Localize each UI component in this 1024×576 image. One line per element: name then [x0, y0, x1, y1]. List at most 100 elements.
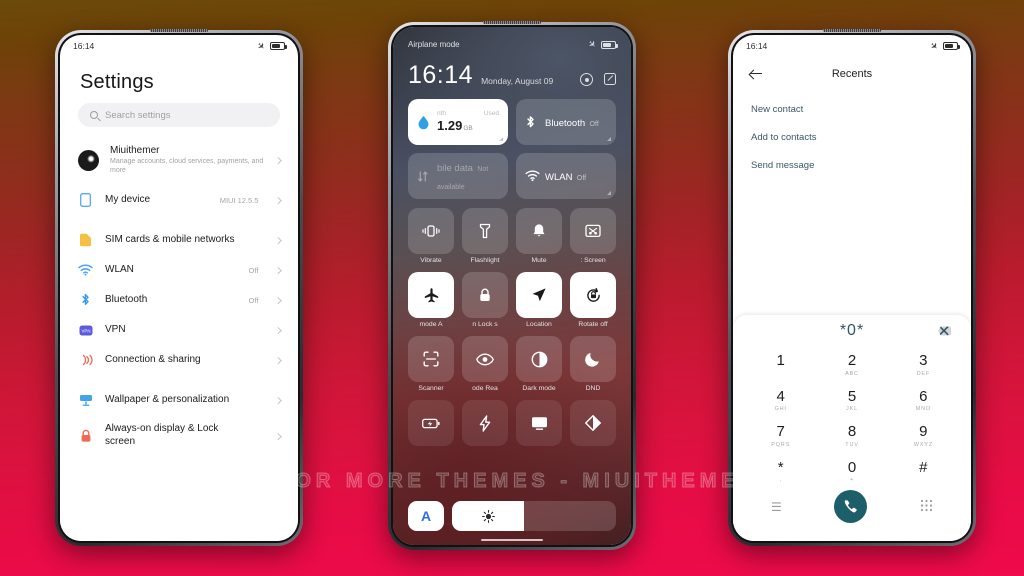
brightness-slider[interactable]: [452, 501, 616, 531]
chevron-right-icon: [274, 157, 281, 164]
toggle-label: Scanner: [418, 385, 444, 392]
toggle-rotate[interactable]: Rotate off: [570, 272, 616, 328]
settings-row-label: Always-on display & Lock screen: [105, 422, 219, 447]
font-size-button[interactable]: A: [408, 501, 444, 531]
wlan-tile[interactable]: WLAN Off: [516, 153, 616, 199]
toggle-label: mode A: [419, 321, 443, 328]
status-time: 16:14: [746, 41, 768, 51]
data-usage-tile[interactable]: nth Used 1.29GB: [408, 99, 508, 145]
edit-icon[interactable]: [604, 73, 616, 85]
big-tiles-row-2: bile data Not available WLAN Off: [393, 145, 631, 199]
scanner-icon: [408, 336, 454, 382]
key-digit: 9: [919, 423, 928, 440]
bluetooth-tile[interactable]: Bluetooth Off: [516, 99, 616, 145]
toggle-airplane-mode[interactable]: mode A: [408, 272, 454, 328]
key-hash[interactable]: #: [888, 454, 959, 487]
settings-row-wlan[interactable]: WLAN Off: [60, 255, 298, 285]
dialpad: *0* ✕ 1 2 ABC 3 DEF 4 GHI 5 JKL 6 MNO 7 PQRS 8…: [733, 315, 971, 541]
toggle-dnd[interactable]: DND: [570, 336, 616, 392]
key-digit: 6: [919, 387, 928, 405]
rotate-icon: [570, 272, 616, 318]
settings-row-sim[interactable]: SIM cards & mobile networks: [60, 225, 298, 255]
key-star[interactable]: *,: [745, 454, 816, 487]
toggle-vibrate[interactable]: Vibrate: [408, 208, 454, 264]
bottom-sliders: A: [408, 501, 616, 531]
toggle-theme[interactable]: [570, 400, 616, 449]
key-0[interactable]: 0 +: [816, 454, 887, 487]
chevron-right-icon: [274, 267, 281, 274]
toggle-screenshot[interactable]: [516, 400, 562, 449]
clock-row: 16:14 Monday, August 09: [408, 63, 616, 88]
settings-row-my-device[interactable]: My device MIUI 12.5.5: [60, 185, 298, 215]
options-list: New contact Add to contacts Send message: [733, 81, 971, 179]
backspace-icon[interactable]: ✕: [938, 326, 951, 336]
battery-icon: [270, 42, 287, 50]
option-send-message[interactable]: Send message: [751, 151, 953, 179]
mobile-data-tile[interactable]: bile data Not available: [408, 153, 508, 199]
toggle-mute[interactable]: Mute: [516, 208, 562, 264]
toggle-flashlight[interactable]: Flashlight: [462, 208, 508, 264]
key-4[interactable]: 4 GHI: [745, 383, 816, 416]
toggle-battery-saver[interactable]: [408, 400, 454, 449]
key-5[interactable]: 5 JKL: [816, 383, 887, 416]
brightness-icon: [452, 501, 525, 531]
toggle-scanner[interactable]: Scanner: [408, 336, 454, 392]
key-2[interactable]: 2 ABC: [816, 347, 887, 380]
toggle-cast-screen[interactable]: : Screen: [570, 208, 616, 264]
key-3[interactable]: 3 DEF: [888, 347, 959, 380]
sidebar-item-account[interactable]: Miuithemer Manage accounts, cloud servic…: [60, 139, 298, 185]
toggle-location[interactable]: Location: [516, 272, 562, 328]
toggle-label: DND: [585, 385, 601, 392]
control-center[interactable]: Airplane mode ✈ 16:14 Monday, August 09: [393, 27, 631, 545]
settings-row-label: Bluetooth: [105, 294, 148, 306]
lock-icon: [462, 272, 508, 318]
toggle-label: n Lock s: [472, 321, 498, 328]
toggle-reading-mode[interactable]: ode Rea: [462, 336, 508, 392]
key-6[interactable]: 6 MNO: [888, 383, 959, 416]
airplane-icon: ✈: [586, 37, 599, 51]
chevron-right-icon: [274, 357, 281, 364]
settings-row-bluetooth[interactable]: Bluetooth Off: [60, 285, 298, 315]
option-add-to-contacts[interactable]: Add to contacts: [751, 123, 953, 151]
settings-row-wallpaper[interactable]: Wallpaper & personalization: [60, 385, 298, 415]
search-input[interactable]: Search settings: [78, 103, 280, 127]
cast-screen-icon: [570, 208, 616, 254]
toggle-label: Vibrate: [420, 257, 442, 264]
settings-row-vpn[interactable]: VPN VPN: [60, 315, 298, 345]
dialpad-keys: 1 2 ABC 3 DEF 4 GHI 5 JKL 6 MNO 7 PQRS 8 TUV 9W…: [745, 347, 959, 486]
airplane-icon: ✈: [255, 39, 268, 52]
eye-icon: [462, 336, 508, 382]
key-8[interactable]: 8 TUV: [816, 418, 887, 451]
key-letters: +: [849, 477, 854, 483]
camera-icon[interactable]: [580, 73, 593, 86]
back-arrow-icon[interactable]: [749, 67, 763, 81]
key-7[interactable]: 7 PQRS: [745, 418, 816, 451]
chevron-right-icon: [274, 327, 281, 334]
toggle-screen-lock[interactable]: n Lock s: [462, 272, 508, 328]
settings-row-aod-lockscreen[interactable]: Always-on display & Lock screen: [60, 415, 298, 456]
toggle-dark-mode[interactable]: Dark mode: [516, 336, 562, 392]
key-digit: 1: [776, 352, 785, 369]
page-title: Recents: [831, 68, 873, 80]
avatar: [78, 149, 99, 171]
battery-icon: [943, 42, 960, 50]
key-9[interactable]: 9 WXYZ: [888, 418, 959, 451]
key-1[interactable]: 1: [745, 347, 816, 380]
key-digit: 0: [847, 458, 857, 476]
call-button[interactable]: [834, 490, 868, 523]
chevron-right-icon: [274, 432, 281, 439]
lightning-icon: [462, 400, 508, 446]
toggle-lightning[interactable]: [462, 400, 508, 449]
settings-row-connection-sharing[interactable]: Connection & sharing: [60, 345, 298, 375]
expand-corner-icon: [499, 137, 503, 141]
option-new-contact[interactable]: New contact: [751, 95, 953, 123]
home-indicator[interactable]: [481, 538, 543, 541]
settings-row-value: Off: [248, 265, 259, 275]
number-display[interactable]: *0* ✕: [745, 315, 959, 347]
settings-scroll[interactable]: Settings Search settings Miuithemer Mana…: [60, 57, 298, 541]
menu-icon[interactable]: ☰: [771, 500, 782, 514]
keypad-icon[interactable]: [920, 499, 933, 515]
key-letters: ABC: [845, 370, 859, 377]
settings-row-value: Off: [248, 295, 259, 305]
key-letters: PQRS: [771, 441, 791, 448]
